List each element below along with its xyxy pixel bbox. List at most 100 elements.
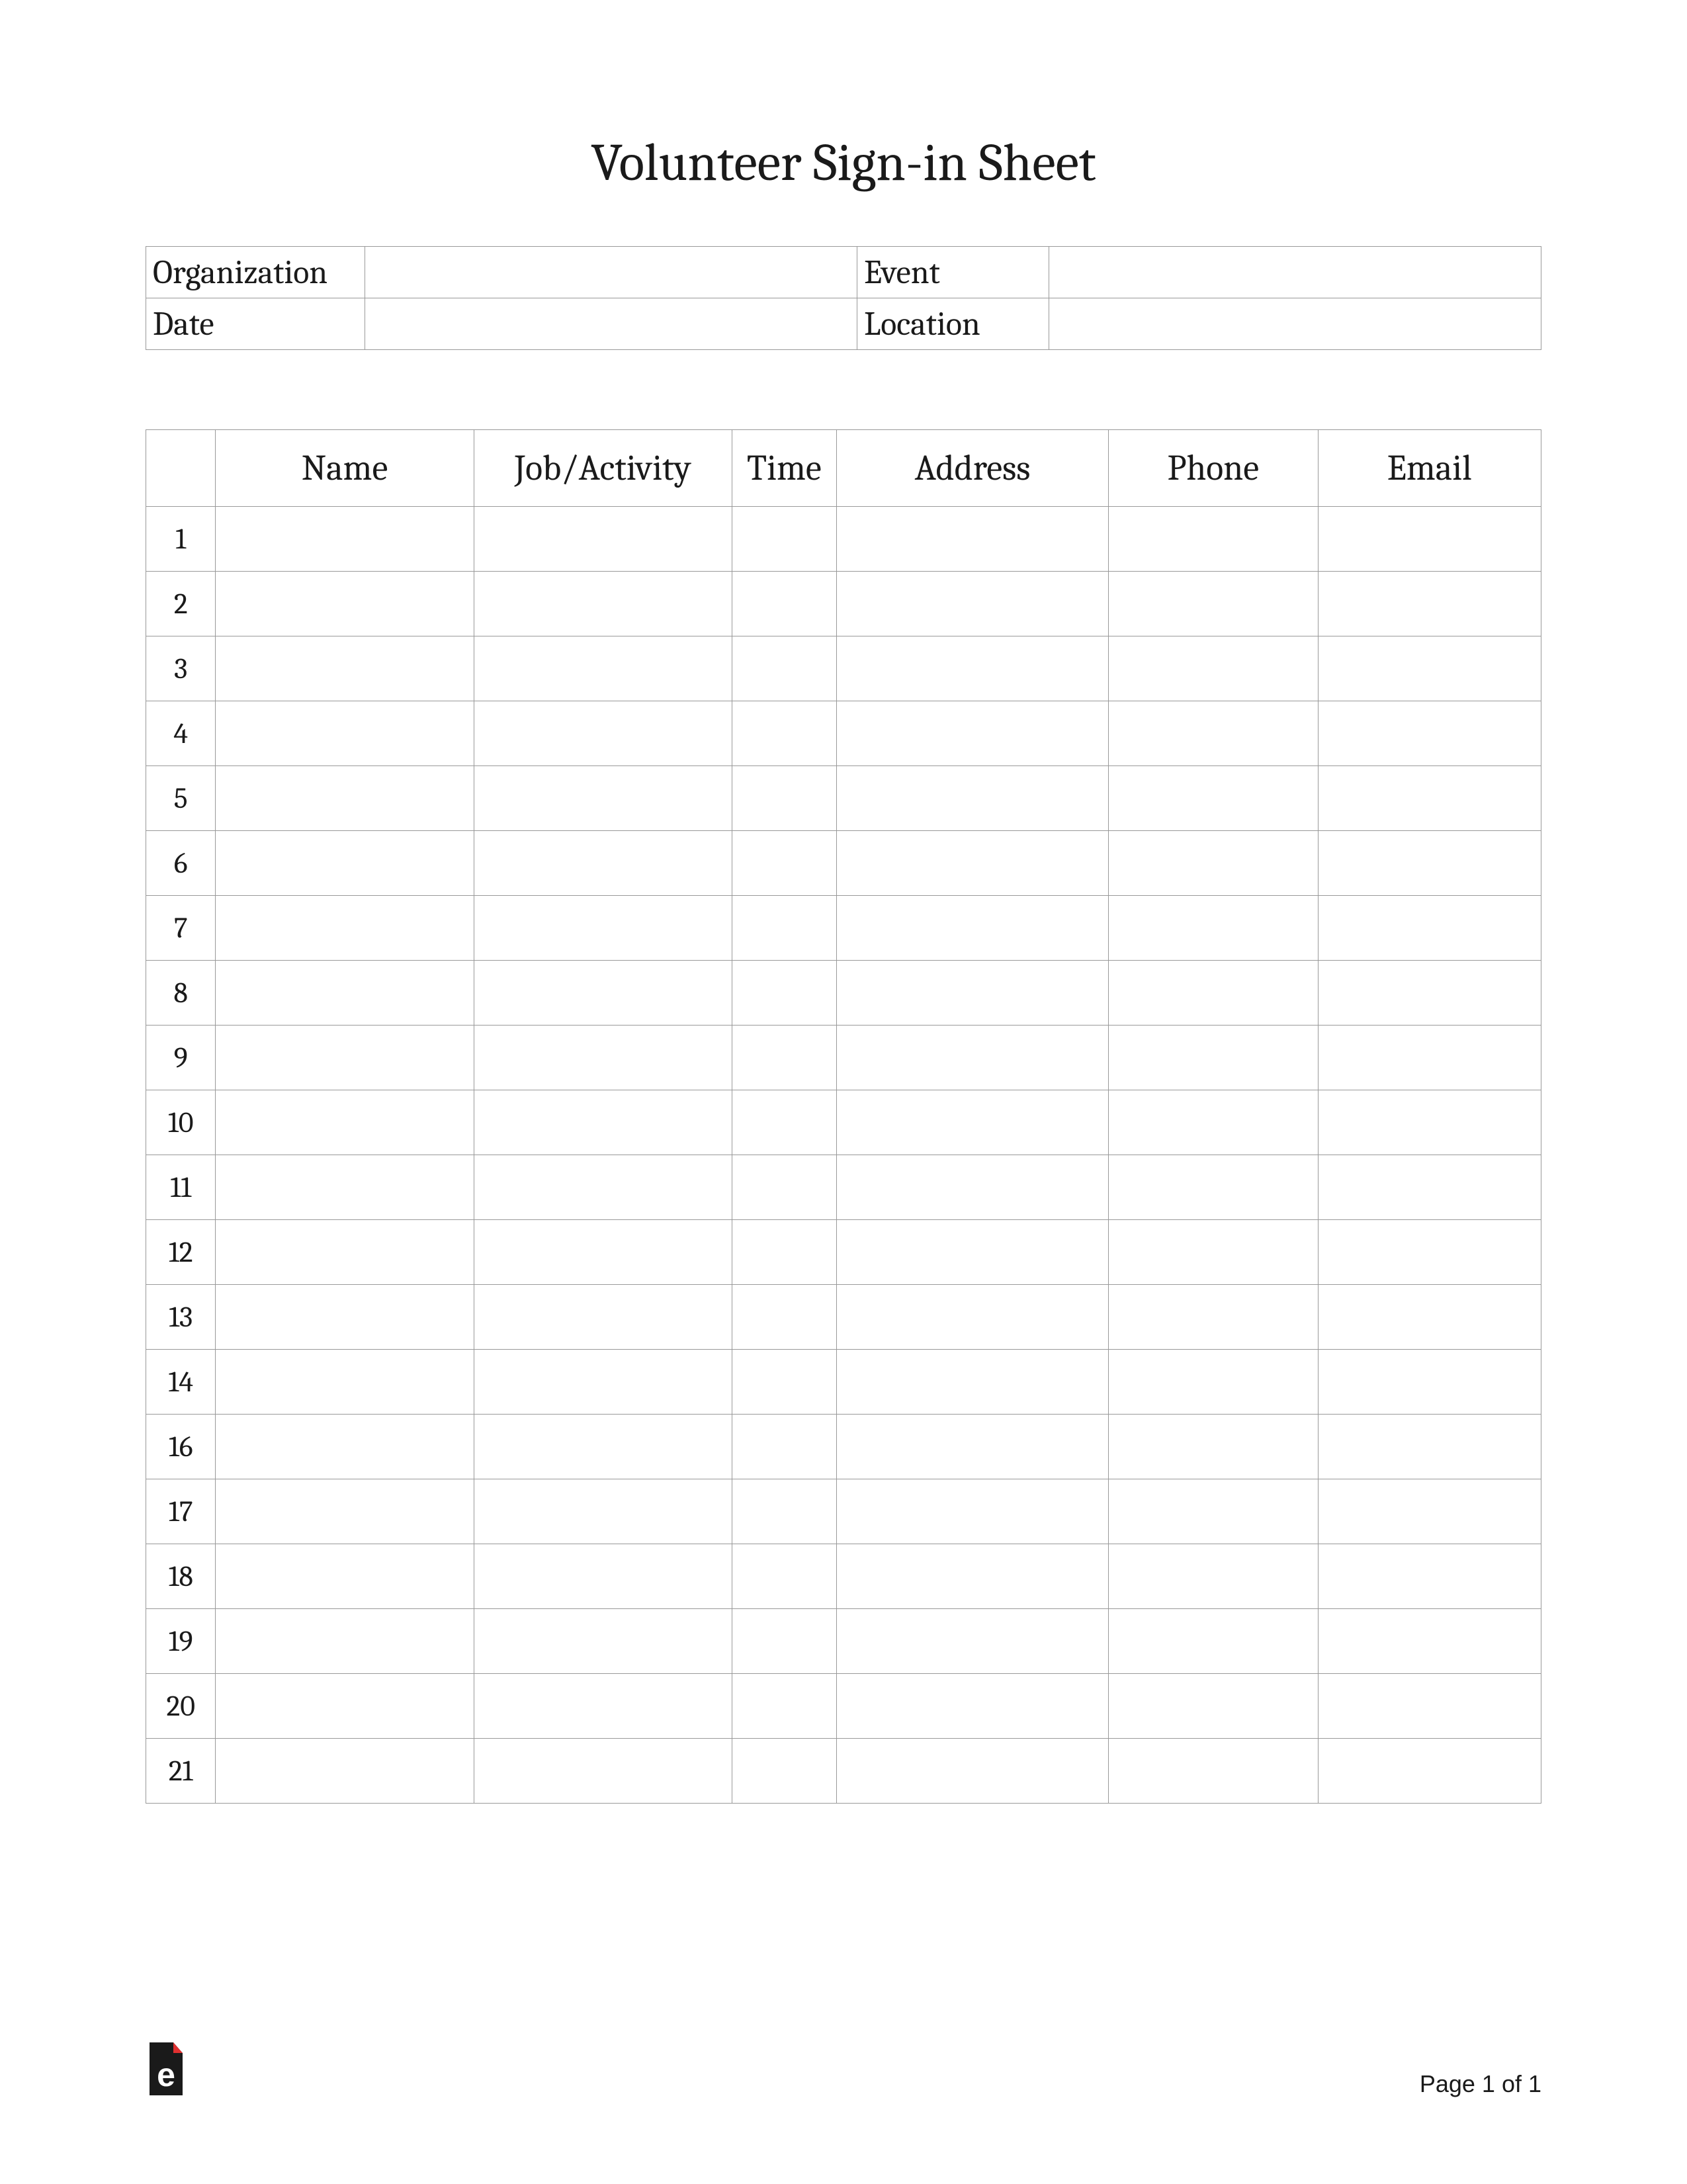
cell-job[interactable] — [474, 1739, 732, 1804]
cell-name[interactable] — [216, 831, 474, 896]
cell-phone[interactable] — [1109, 701, 1318, 766]
cell-email[interactable] — [1318, 1415, 1541, 1479]
cell-email[interactable] — [1318, 1155, 1541, 1220]
cell-job[interactable] — [474, 1609, 732, 1674]
cell-job[interactable] — [474, 1220, 732, 1285]
cell-name[interactable] — [216, 896, 474, 961]
cell-name[interactable] — [216, 1285, 474, 1350]
cell-job[interactable] — [474, 961, 732, 1026]
cell-name[interactable] — [216, 766, 474, 831]
cell-job[interactable] — [474, 1479, 732, 1544]
cell-email[interactable] — [1318, 1544, 1541, 1609]
cell-address[interactable] — [836, 1674, 1108, 1739]
cell-email[interactable] — [1318, 766, 1541, 831]
cell-job[interactable] — [474, 1674, 732, 1739]
cell-phone[interactable] — [1109, 1609, 1318, 1674]
cell-address[interactable] — [836, 831, 1108, 896]
cell-job[interactable] — [474, 572, 732, 636]
cell-phone[interactable] — [1109, 896, 1318, 961]
date-value[interactable] — [365, 298, 857, 350]
cell-job[interactable] — [474, 766, 732, 831]
cell-time[interactable] — [732, 1026, 836, 1090]
cell-time[interactable] — [732, 831, 836, 896]
cell-address[interactable] — [836, 1090, 1108, 1155]
cell-name[interactable] — [216, 961, 474, 1026]
cell-time[interactable] — [732, 766, 836, 831]
cell-phone[interactable] — [1109, 1544, 1318, 1609]
event-value[interactable] — [1049, 247, 1541, 298]
cell-phone[interactable] — [1109, 1026, 1318, 1090]
cell-name[interactable] — [216, 1739, 474, 1804]
cell-email[interactable] — [1318, 1609, 1541, 1674]
cell-phone[interactable] — [1109, 831, 1318, 896]
cell-email[interactable] — [1318, 636, 1541, 701]
cell-time[interactable] — [732, 1739, 836, 1804]
cell-job[interactable] — [474, 831, 732, 896]
cell-address[interactable] — [836, 636, 1108, 701]
cell-address[interactable] — [836, 1026, 1108, 1090]
cell-time[interactable] — [732, 1479, 836, 1544]
cell-address[interactable] — [836, 1415, 1108, 1479]
cell-address[interactable] — [836, 1220, 1108, 1285]
cell-phone[interactable] — [1109, 1155, 1318, 1220]
cell-name[interactable] — [216, 1609, 474, 1674]
cell-address[interactable] — [836, 507, 1108, 572]
cell-phone[interactable] — [1109, 1350, 1318, 1415]
cell-phone[interactable] — [1109, 1220, 1318, 1285]
cell-name[interactable] — [216, 1090, 474, 1155]
cell-email[interactable] — [1318, 1220, 1541, 1285]
cell-name[interactable] — [216, 507, 474, 572]
cell-email[interactable] — [1318, 896, 1541, 961]
cell-email[interactable] — [1318, 1285, 1541, 1350]
cell-name[interactable] — [216, 1220, 474, 1285]
location-value[interactable] — [1049, 298, 1541, 350]
cell-time[interactable] — [732, 1155, 836, 1220]
cell-email[interactable] — [1318, 831, 1541, 896]
cell-phone[interactable] — [1109, 1090, 1318, 1155]
cell-job[interactable] — [474, 701, 732, 766]
cell-time[interactable] — [732, 701, 836, 766]
cell-name[interactable] — [216, 1479, 474, 1544]
cell-email[interactable] — [1318, 1350, 1541, 1415]
cell-job[interactable] — [474, 1090, 732, 1155]
cell-job[interactable] — [474, 1155, 732, 1220]
cell-email[interactable] — [1318, 572, 1541, 636]
cell-name[interactable] — [216, 1674, 474, 1739]
cell-time[interactable] — [732, 636, 836, 701]
cell-address[interactable] — [836, 1609, 1108, 1674]
cell-time[interactable] — [732, 1285, 836, 1350]
cell-email[interactable] — [1318, 1739, 1541, 1804]
cell-phone[interactable] — [1109, 636, 1318, 701]
cell-address[interactable] — [836, 1350, 1108, 1415]
cell-job[interactable] — [474, 636, 732, 701]
cell-name[interactable] — [216, 572, 474, 636]
cell-time[interactable] — [732, 896, 836, 961]
cell-phone[interactable] — [1109, 766, 1318, 831]
cell-phone[interactable] — [1109, 1674, 1318, 1739]
cell-phone[interactable] — [1109, 1479, 1318, 1544]
cell-email[interactable] — [1318, 1026, 1541, 1090]
cell-address[interactable] — [836, 1739, 1108, 1804]
cell-email[interactable] — [1318, 1090, 1541, 1155]
cell-phone[interactable] — [1109, 1415, 1318, 1479]
cell-job[interactable] — [474, 1544, 732, 1609]
cell-name[interactable] — [216, 1026, 474, 1090]
cell-time[interactable] — [732, 1544, 836, 1609]
cell-phone[interactable] — [1109, 1739, 1318, 1804]
cell-time[interactable] — [732, 572, 836, 636]
cell-email[interactable] — [1318, 1479, 1541, 1544]
cell-email[interactable] — [1318, 507, 1541, 572]
cell-address[interactable] — [836, 1155, 1108, 1220]
cell-email[interactable] — [1318, 1674, 1541, 1739]
cell-email[interactable] — [1318, 701, 1541, 766]
cell-time[interactable] — [732, 1090, 836, 1155]
cell-address[interactable] — [836, 1544, 1108, 1609]
cell-email[interactable] — [1318, 961, 1541, 1026]
cell-job[interactable] — [474, 1350, 732, 1415]
cell-time[interactable] — [732, 1609, 836, 1674]
cell-time[interactable] — [732, 1415, 836, 1479]
cell-time[interactable] — [732, 1350, 836, 1415]
cell-name[interactable] — [216, 1350, 474, 1415]
cell-job[interactable] — [474, 1415, 732, 1479]
cell-job[interactable] — [474, 1285, 732, 1350]
